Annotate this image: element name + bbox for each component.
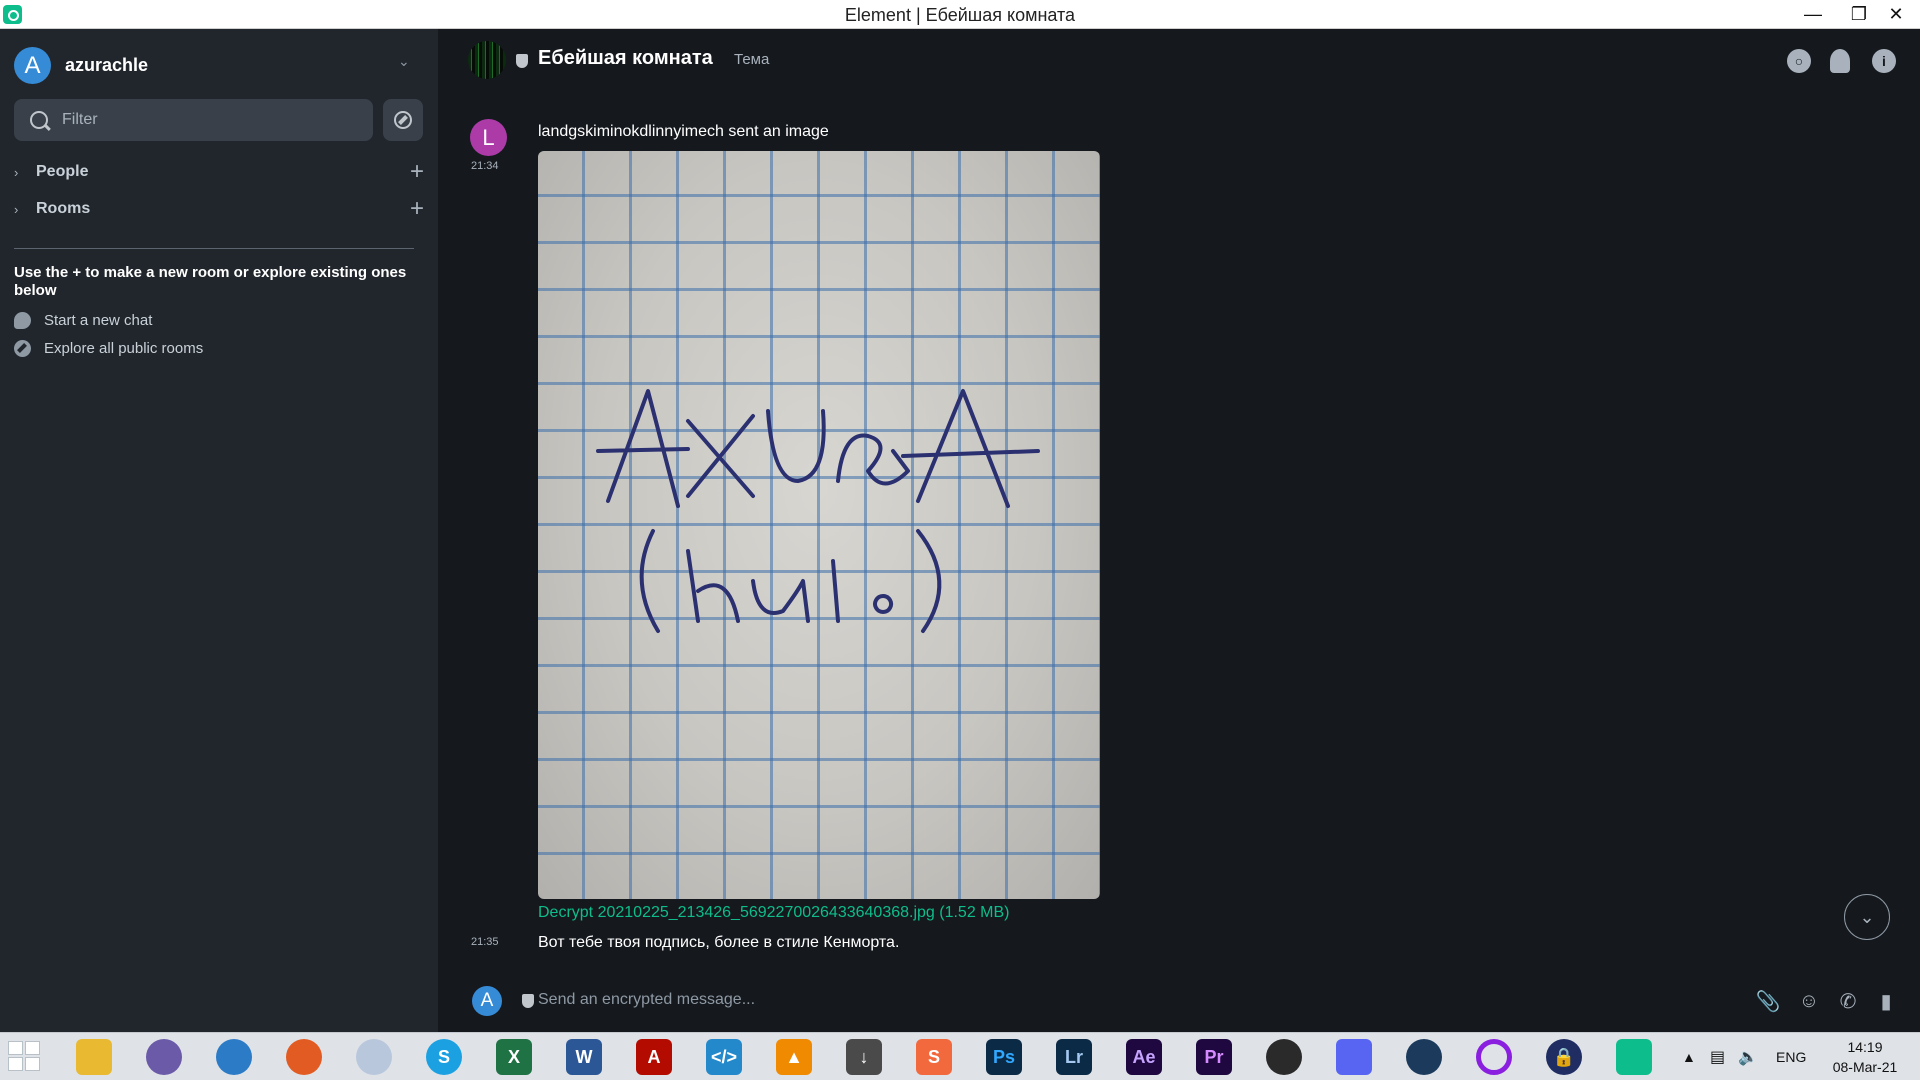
filter-input[interactable]: Filter — [62, 111, 98, 129]
explore-rooms-label[interactable]: Explore all public rooms — [44, 340, 203, 357]
obs-icon[interactable] — [1266, 1039, 1302, 1075]
compass-icon — [394, 111, 412, 129]
vlc-icon[interactable]: ▲ — [776, 1039, 812, 1075]
steam-icon[interactable] — [1406, 1039, 1442, 1075]
message-timestamp: 21:35 — [471, 936, 499, 948]
explore-rooms-link[interactable]: Explore all public rooms — [14, 337, 203, 359]
tray-chevron-up-icon[interactable]: ▲ — [1682, 1033, 1696, 1080]
clock-time: 14:19 — [1847, 1039, 1883, 1055]
room-view: Ебейшая комната Тема ○ i L 21:34 landgsk… — [438, 29, 1920, 1032]
chevron-right-icon[interactable]: › — [14, 165, 30, 180]
chevron-down-icon[interactable]: ⌄ — [398, 53, 412, 69]
add-people-button[interactable]: + — [410, 158, 424, 186]
user-name[interactable]: azurachle — [65, 55, 148, 76]
window-title: Element | Ебейшая комната — [844, 5, 1076, 25]
language-indicator[interactable]: ENG — [1776, 1033, 1806, 1080]
bell-icon[interactable] — [1830, 49, 1850, 73]
window-titlebar: Element | Ебейшая комната — ❐ ✕ — [0, 0, 1920, 29]
message-composer: A Send an encrypted message... 📎 ☺ ✆ ▮ — [438, 977, 1920, 1032]
excel-icon[interactable]: X — [496, 1039, 532, 1075]
left-panel: A azurachle ⌄ Filter › People + › Rooms … — [0, 29, 438, 1032]
windows-taskbar: S X W A </> ▲ ↓ S Ps Lr Ae Pr 🔒 ▲ ▤ 🔈 EN… — [0, 1032, 1920, 1080]
search-icon — [30, 111, 48, 129]
minimize-button[interactable]: — — [1790, 0, 1836, 29]
room-avatar[interactable] — [468, 41, 506, 79]
user-menu[interactable]: A azurachle — [14, 47, 148, 84]
shield-icon — [522, 994, 534, 1008]
explore-rooms-button[interactable] — [383, 99, 423, 141]
moon-app-icon[interactable] — [356, 1039, 392, 1075]
room-header: Ебейшая комната Тема ○ i — [438, 29, 1920, 93]
section-people-label: People — [36, 163, 89, 180]
info-icon[interactable]: i — [1872, 49, 1896, 73]
chevron-right-icon[interactable]: › — [14, 202, 30, 217]
cortana-ring-icon[interactable] — [1476, 1039, 1512, 1075]
video-call-icon[interactable]: ▮ — [1874, 989, 1898, 1013]
photoshop-icon[interactable]: Ps — [986, 1039, 1022, 1075]
close-button[interactable]: ✕ — [1872, 0, 1920, 29]
premiere-icon[interactable]: Pr — [1196, 1039, 1232, 1075]
start-button[interactable] — [8, 1041, 42, 1073]
downloader-icon[interactable]: ↓ — [846, 1039, 882, 1075]
skype-icon[interactable]: S — [426, 1039, 462, 1075]
lightroom-icon[interactable]: Lr — [1056, 1039, 1092, 1075]
room-filter[interactable]: Filter — [14, 99, 373, 141]
user-avatar[interactable]: A — [14, 47, 51, 84]
discord-icon[interactable] — [1336, 1039, 1372, 1075]
divider — [14, 248, 414, 249]
clock[interactable]: 14:19 08-Mar-21 — [1820, 1037, 1910, 1077]
message-body: landgskiminokdlinnyimech sent an image — [538, 123, 829, 140]
qbittorrent-icon[interactable] — [146, 1039, 182, 1075]
voice-call-icon[interactable]: ✆ — [1836, 989, 1860, 1013]
vscode-icon[interactable]: </> — [706, 1039, 742, 1075]
room-topic[interactable]: Тема — [734, 51, 769, 68]
empty-hint-text: Use the + to make a new room or explore … — [14, 264, 407, 299]
start-chat-label[interactable]: Start a new chat — [44, 312, 152, 329]
after-effects-icon[interactable]: Ae — [1126, 1039, 1162, 1075]
section-people[interactable]: › People + — [14, 158, 424, 186]
room-name[interactable]: Ебейшая комната — [538, 47, 713, 70]
message-timestamp: 21:34 — [471, 160, 499, 172]
paperclip-icon[interactable]: 📎 — [1756, 989, 1781, 1013]
sublime-icon[interactable]: S — [916, 1039, 952, 1075]
volume-icon[interactable]: 🔈 — [1738, 1033, 1758, 1080]
start-chat-link[interactable]: Start a new chat — [14, 309, 152, 331]
element-taskbar-icon[interactable] — [1616, 1039, 1652, 1075]
search-icon[interactable]: ○ — [1787, 49, 1811, 73]
message-body: Вот тебе твоя подпись, более в стиле Кен… — [538, 934, 900, 951]
compass-icon — [14, 339, 31, 357]
vpn-lock-icon[interactable]: 🔒 — [1546, 1039, 1582, 1075]
add-room-button[interactable]: + — [410, 195, 424, 223]
message-input[interactable]: Send an encrypted message... — [538, 991, 755, 1009]
chat-bubble-icon — [14, 311, 31, 329]
network-icon[interactable]: ▤ — [1710, 1033, 1725, 1080]
word-icon[interactable]: W — [566, 1039, 602, 1075]
shield-icon — [516, 54, 528, 68]
browser-globe-icon[interactable] — [216, 1039, 252, 1075]
section-rooms[interactable]: › Rooms + — [14, 195, 424, 223]
section-rooms-label: Rooms — [36, 200, 91, 217]
emoji-icon[interactable]: ☺ — [1797, 989, 1821, 1013]
message-avatar[interactable]: L — [470, 119, 507, 156]
decrypt-file-link[interactable]: Decrypt 20210225_213426_5692270026433640… — [538, 904, 1010, 922]
clock-date: 08-Mar-21 — [1832, 1059, 1898, 1075]
composer-avatar: A — [472, 986, 502, 1016]
signature-drawing — [596, 389, 1040, 633]
acrobat-icon[interactable]: A — [636, 1039, 672, 1075]
message-image[interactable] — [538, 151, 1100, 899]
jump-to-bottom-button[interactable]: ⌄ — [1844, 894, 1890, 940]
firefox-icon[interactable] — [286, 1039, 322, 1075]
file-explorer-icon[interactable] — [76, 1039, 112, 1075]
